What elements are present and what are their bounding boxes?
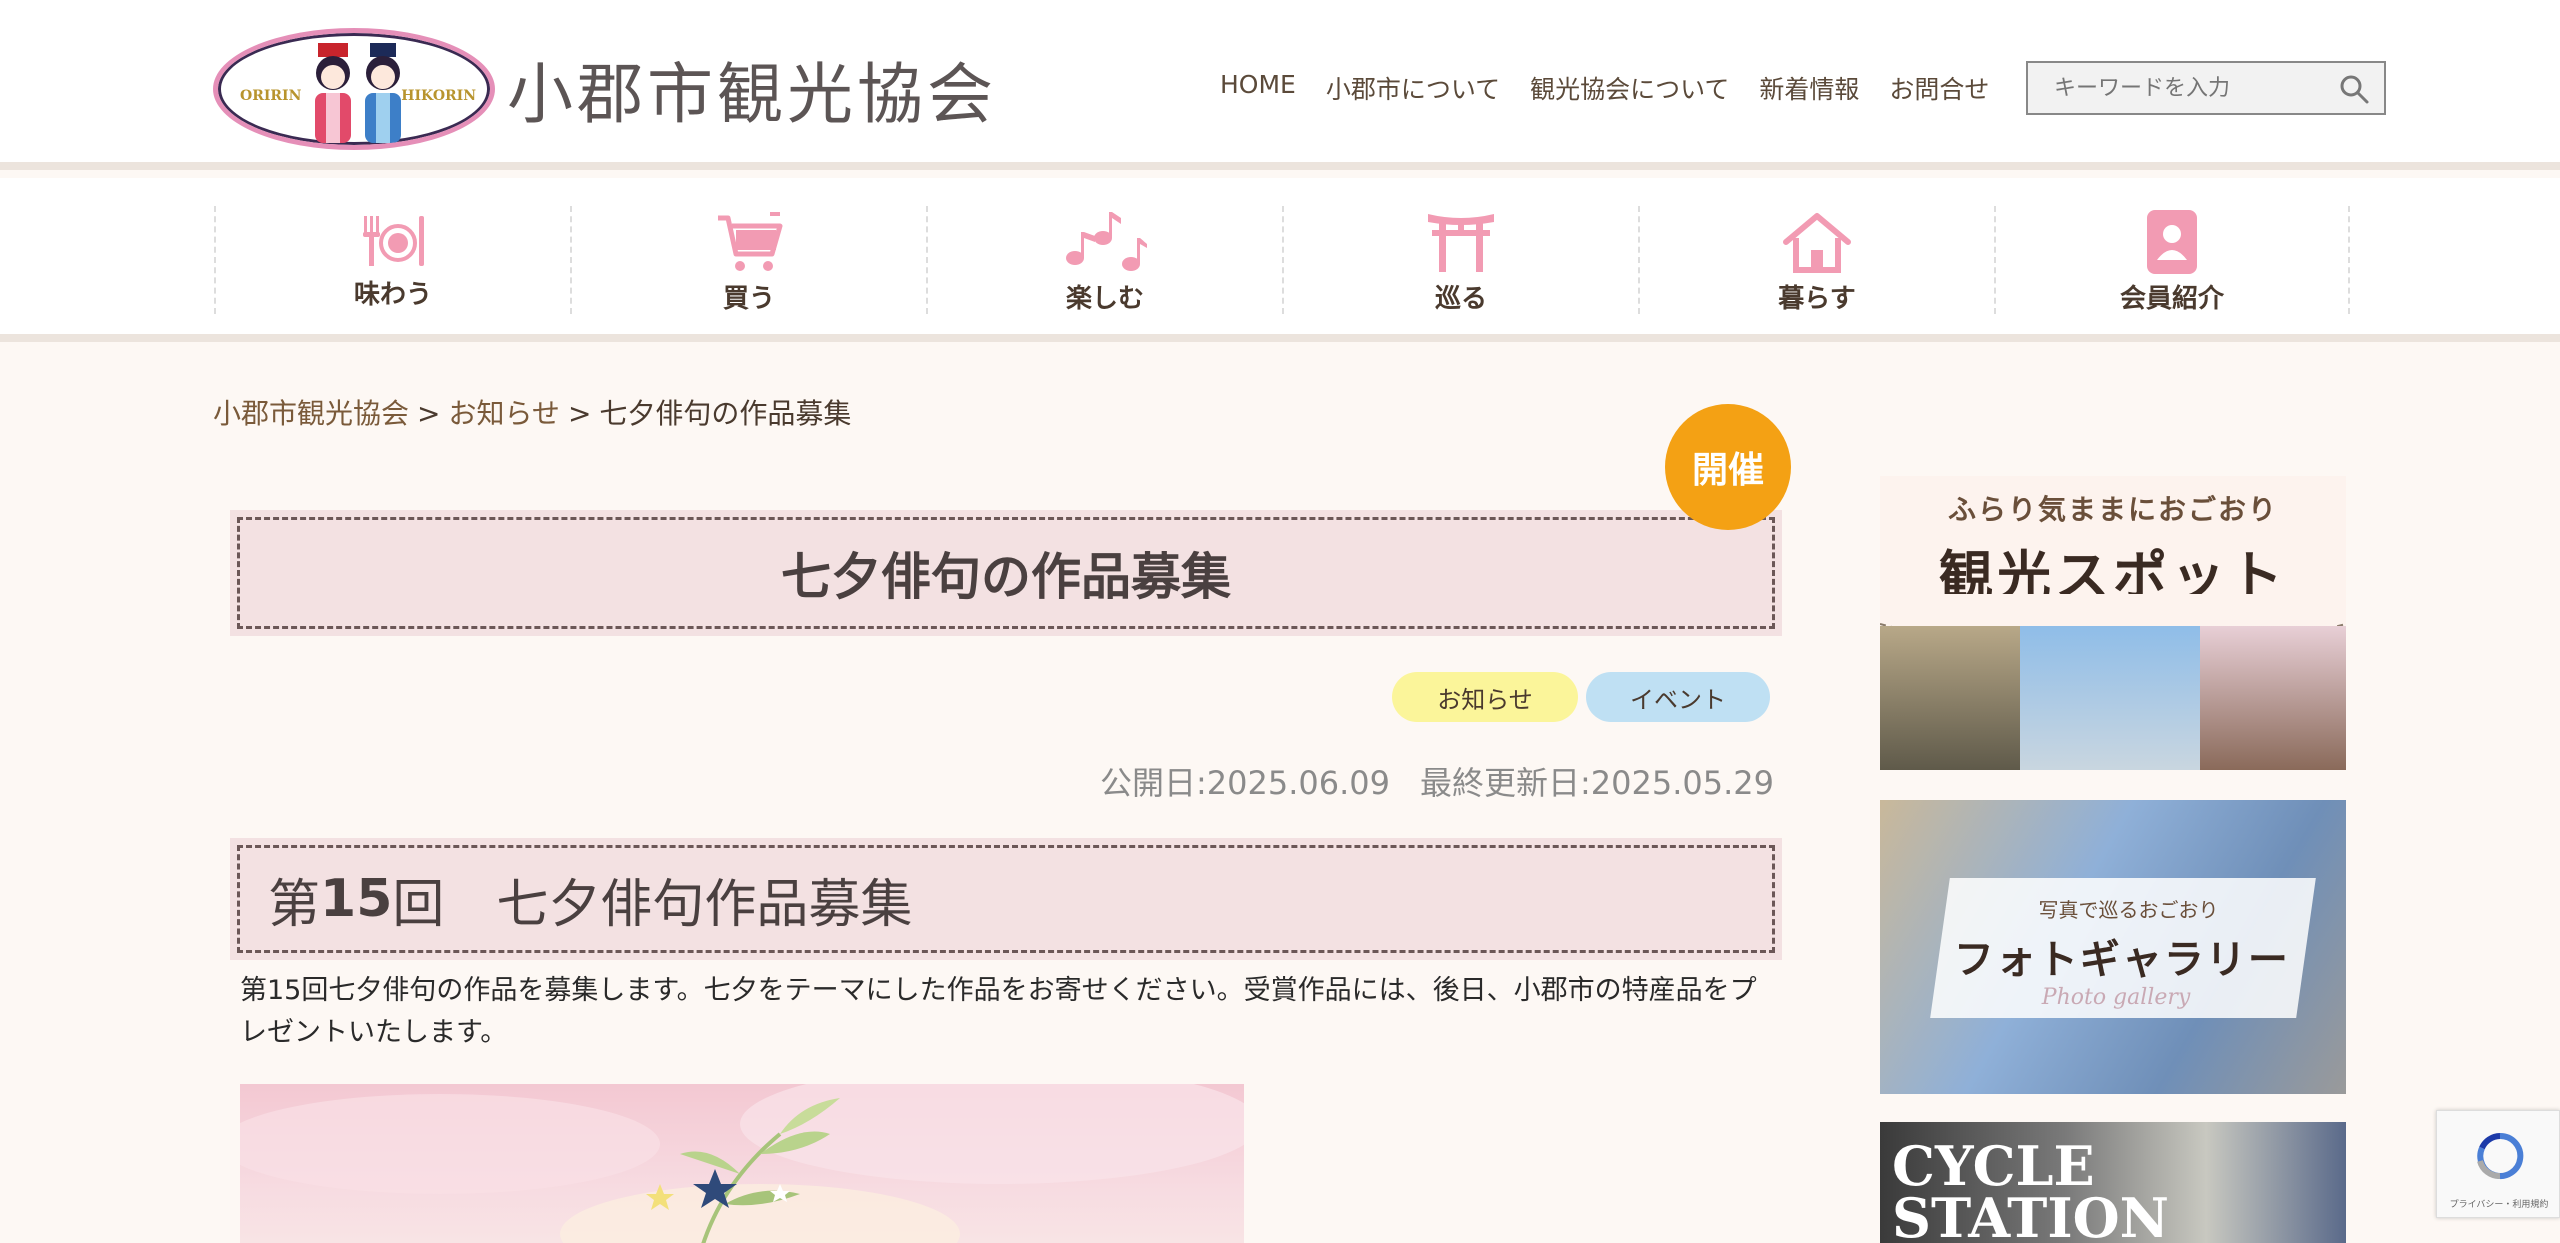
category-tour[interactable]: 巡る	[1282, 206, 1638, 314]
published-date: 公開日:2025.06.09	[1099, 764, 1390, 802]
site-header: ORIRIN HIKORIN 小郡市観光協会 HOME 小郡市について 観光協会…	[0, 0, 2560, 170]
breadcrumb-separator: >	[567, 397, 592, 430]
banner-en-title: Photo gallery	[2041, 985, 2191, 1010]
search-icon[interactable]	[2338, 73, 2370, 105]
category-live[interactable]: 暮らす	[1638, 206, 1994, 314]
breadcrumb-separator: >	[417, 397, 441, 430]
article-body: 第15回七夕俳句の作品を募集します。七夕をテーマにした作品をお寄せください。受賞…	[240, 975, 1757, 1048]
heading-rest: 回 七夕俳句作品募集	[392, 874, 913, 935]
category-label: 巡る	[1434, 284, 1487, 314]
banner-photos	[1880, 626, 2346, 770]
breadcrumb-current: 七夕俳句の作品募集	[599, 397, 852, 430]
nav-news[interactable]: 新着情報	[1759, 70, 1859, 106]
category-label: 味わう	[353, 280, 432, 310]
updated-date: 最終更新日:2025.05.29	[1419, 764, 1774, 802]
member-icon	[2147, 210, 2197, 274]
top-nav: HOME 小郡市について 観光協会について 新着情報 お問合せ	[1220, 70, 1989, 106]
category-enjoy[interactable]: 楽しむ	[926, 206, 1282, 314]
mascot-oririn-icon	[315, 43, 351, 143]
dining-icon	[363, 216, 424, 266]
mascot-hikorin-icon	[365, 43, 401, 143]
tanabata-illustration	[240, 1084, 1244, 1243]
article-dates: 公開日:2025.06.09 最終更新日:2025.05.29	[1100, 758, 1774, 804]
torii-icon	[1428, 214, 1494, 272]
heading-number: 15	[320, 869, 393, 929]
banner-subtitle: ふらり気ままにおごおり	[1947, 493, 2278, 526]
category-label: 会員紹介	[2119, 284, 2224, 314]
banner-tourist-spots[interactable]: ふらり気ままにおごおり 観光スポット	[1880, 476, 2346, 770]
cart-icon	[718, 212, 783, 271]
page-title: 七夕俳句の作品募集	[237, 517, 1775, 629]
search-box	[2026, 61, 2386, 115]
category-nav: 味わう 買う 楽しむ 巡る 暮らす 会員紹介	[0, 178, 2560, 342]
mascot-logo: ORIRIN HIKORIN	[213, 28, 495, 150]
nav-about-association[interactable]: 観光協会について	[1530, 70, 1729, 106]
recaptcha-badge[interactable]: プライバシー・利用規約	[2436, 1110, 2560, 1218]
banner-photo-gallery[interactable]: 写真で巡るおごおり フォトギャラリー Photo gallery	[1880, 800, 2346, 1094]
category-members[interactable]: 会員紹介	[1994, 206, 2350, 314]
recaptcha-label: プライバシー・利用規約	[2449, 1200, 2549, 1210]
banner-title: CYCLE STATION	[1892, 1134, 2170, 1243]
article-tags: お知らせ イベント	[1392, 672, 1770, 722]
event-poster-image	[240, 1084, 1244, 1243]
banner-cycle-station[interactable]: CYCLE STATION	[1880, 1122, 2346, 1243]
logo-title: 小郡市観光協会	[507, 56, 997, 133]
section-heading: 第 15 回 七夕俳句作品募集	[237, 845, 1775, 953]
logo-left-text: ORIRIN	[240, 88, 302, 104]
nav-about-city[interactable]: 小郡市について	[1326, 70, 1500, 106]
banner-title: フォトギャラリー	[1953, 937, 2290, 983]
nav-home[interactable]: HOME	[1220, 70, 1296, 106]
recaptcha-icon	[2477, 1132, 2524, 1179]
category-buy[interactable]: 買う	[570, 206, 926, 314]
banner-caption: 写真で巡るおごおり フォトギャラリー Photo gallery	[1930, 878, 2316, 1018]
logo-right-text: HIKORIN	[401, 88, 476, 104]
section-heading-box: 第 15 回 七夕俳句作品募集	[230, 838, 1782, 960]
category-eat[interactable]: 味わう	[214, 206, 570, 314]
status-badge: 開催	[1665, 404, 1791, 530]
breadcrumb: 小郡市観光協会 > お知らせ > 七夕俳句の作品募集	[213, 392, 851, 432]
article-title-box: 七夕俳句の作品募集	[230, 510, 1782, 636]
music-icon	[1066, 212, 1147, 271]
heading-prefix: 第	[268, 874, 321, 935]
category-label: 暮らす	[1778, 284, 1856, 314]
search-input[interactable]	[2028, 75, 2328, 101]
breadcrumb-news[interactable]: お知らせ	[448, 397, 559, 430]
banner-subtitle: 写真で巡るおごおり	[2038, 898, 2219, 922]
category-label: 楽しむ	[1065, 284, 1144, 314]
nav-contact[interactable]: お問合せ	[1889, 70, 1989, 106]
category-label: 買う	[722, 284, 775, 314]
tag-news[interactable]: お知らせ	[1392, 672, 1578, 722]
breadcrumb-home[interactable]: 小郡市観光協会	[213, 397, 409, 430]
site-logo[interactable]: ORIRIN HIKORIN 小郡市観光協会	[213, 28, 997, 150]
home-icon	[1783, 213, 1851, 273]
tag-event[interactable]: イベント	[1586, 672, 1770, 722]
